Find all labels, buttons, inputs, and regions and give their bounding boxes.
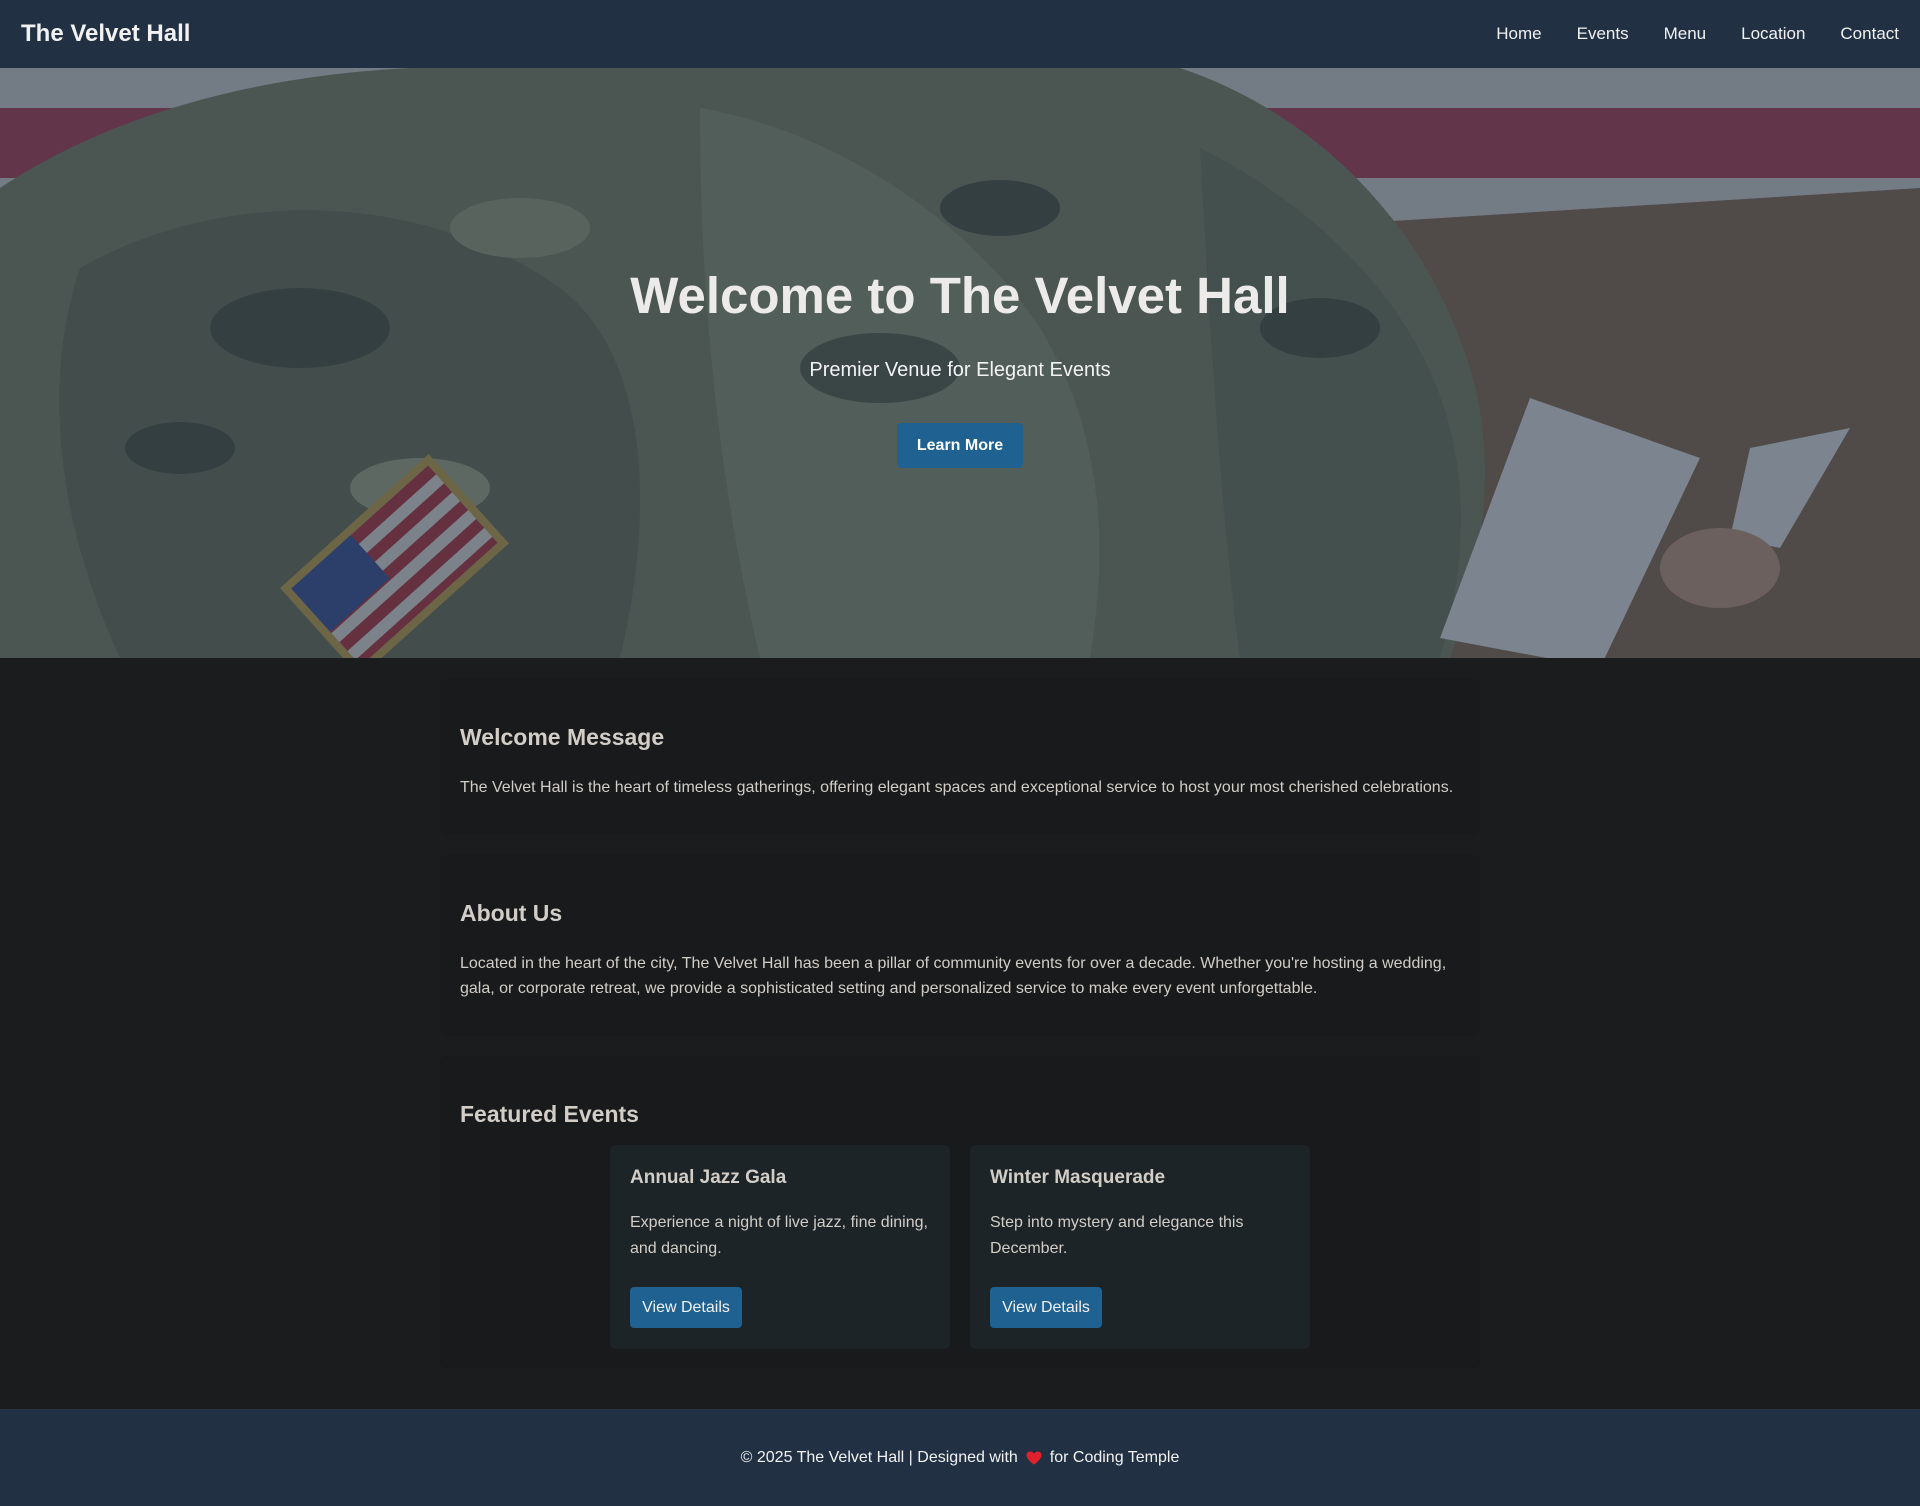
hero-content: Welcome to The Velvet Hall Premier Venue… bbox=[0, 68, 1920, 658]
featured-events-title: Featured Events bbox=[460, 1101, 639, 1127]
main-nav: Home Events Menu Location Contact bbox=[1461, 24, 1899, 44]
page-footer: © 2025 The Velvet Hall | Designed with f… bbox=[0, 1409, 1920, 1506]
top-navbar: The Velvet Hall Home Events Menu Locatio… bbox=[0, 0, 1920, 68]
learn-more-button[interactable]: Learn More bbox=[897, 423, 1023, 468]
event-card: Winter Masquerade Step into mystery and … bbox=[970, 1145, 1310, 1349]
featured-events-section: Featured Events Annual Jazz Gala Experie… bbox=[440, 1056, 1480, 1368]
about-title: About Us bbox=[460, 900, 563, 926]
about-section: About Us Located in the heart of the cit… bbox=[440, 855, 1480, 1036]
nav-link-home[interactable]: Home bbox=[1496, 24, 1541, 44]
event-description: Experience a night of live jazz, fine di… bbox=[630, 1214, 928, 1257]
heart-icon bbox=[1026, 1451, 1042, 1464]
event-title: Winter Masquerade bbox=[990, 1167, 1166, 1188]
nav-link-events[interactable]: Events bbox=[1577, 24, 1629, 44]
event-title: Annual Jazz Gala bbox=[630, 1167, 787, 1188]
hero-title: Welcome to The Velvet Hall bbox=[630, 267, 1290, 324]
about-text: Located in the heart of the city, The Ve… bbox=[460, 955, 1447, 997]
hero-banner: Welcome to The Velvet Hall Premier Venue… bbox=[0, 68, 1920, 658]
nav-link-menu[interactable]: Menu bbox=[1664, 24, 1707, 44]
nav-link-contact[interactable]: Contact bbox=[1840, 24, 1899, 44]
nav-link-location[interactable]: Location bbox=[1741, 24, 1805, 44]
view-details-button[interactable]: View Details bbox=[630, 1287, 742, 1328]
event-description: Step into mystery and elegance this Dece… bbox=[990, 1214, 1244, 1257]
view-details-button[interactable]: View Details bbox=[990, 1287, 1102, 1328]
hero-subtitle: Premier Venue for Elegant Events bbox=[809, 359, 1111, 381]
event-card: Annual Jazz Gala Experience a night of l… bbox=[610, 1145, 950, 1349]
welcome-title: Welcome Message bbox=[460, 724, 665, 750]
welcome-section: Welcome Message The Velvet Hall is the h… bbox=[440, 679, 1480, 835]
footer-text-before: © 2025 The Velvet Hall | Designed with bbox=[740, 1448, 1018, 1466]
brand-logo-text[interactable]: The Velvet Hall bbox=[21, 20, 190, 48]
footer-text-after: for Coding Temple bbox=[1049, 1448, 1180, 1466]
welcome-text: The Velvet Hall is the heart of timeless… bbox=[460, 779, 1454, 796]
